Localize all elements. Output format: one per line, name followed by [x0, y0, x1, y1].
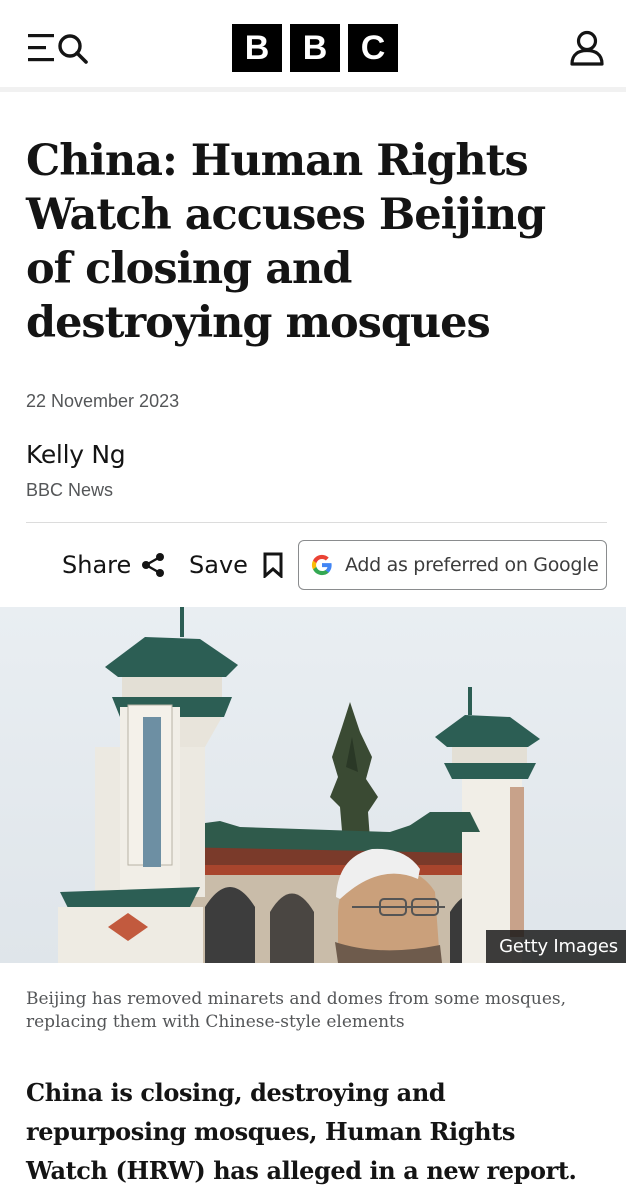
publisher-name: BBC News	[26, 480, 114, 500]
share-label: Share	[62, 551, 132, 579]
logo-letter: B	[232, 24, 282, 72]
image-credit: Getty Images	[486, 930, 626, 963]
author-name[interactable]: Kelly Ng	[26, 440, 126, 469]
article-headline: China: Human Rights Watch accuses Beijin…	[26, 136, 546, 348]
logo-letter: C	[348, 24, 398, 72]
article-lede: China is closing, destroying and repurpo…	[26, 1078, 577, 1185]
publish-date: 22 November 2023	[26, 391, 180, 411]
byline-divider	[26, 522, 607, 523]
share-icon	[142, 553, 165, 577]
menu-search-button[interactable]	[26, 31, 94, 65]
share-button[interactable]: Share	[62, 548, 165, 582]
image-caption: Beijing has removed minarets and domes f…	[26, 989, 567, 1032]
google-button-label: Add as preferred on Google	[345, 554, 599, 576]
logo-letter: B	[290, 24, 340, 72]
mosque-photo	[0, 607, 626, 963]
search-icon	[58, 34, 88, 64]
google-g-icon	[311, 554, 332, 576]
account-button[interactable]	[569, 29, 605, 67]
save-button[interactable]: Save	[189, 548, 284, 582]
add-preferred-google-button[interactable]: Add as preferred on Google	[298, 540, 607, 590]
bbc-logo[interactable]: B B C	[232, 24, 398, 72]
top-bar: B B C	[0, 0, 626, 92]
menu-icon	[28, 34, 54, 62]
hero-image: Getty Images	[0, 607, 626, 963]
account-icon	[570, 30, 604, 66]
save-label: Save	[189, 551, 248, 579]
header-divider	[0, 87, 626, 92]
bookmark-icon	[263, 552, 283, 578]
